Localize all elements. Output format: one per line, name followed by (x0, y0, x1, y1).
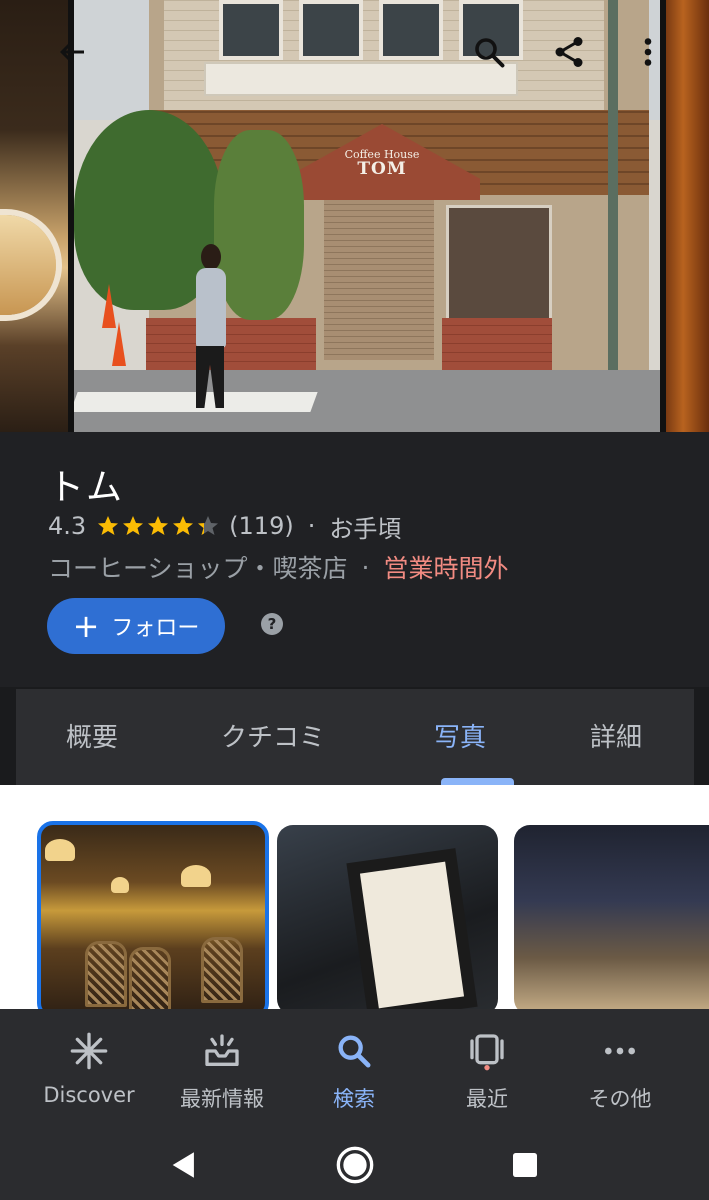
tab-bar: 概要 クチコミ 写真 詳細 (16, 689, 694, 785)
photo-thumbnail-table[interactable] (514, 825, 709, 1015)
search-icon (475, 38, 505, 68)
star-icon (173, 516, 194, 535)
photo-thumbnail-interior[interactable] (37, 821, 269, 1019)
nav-updates[interactable]: 最新情報 (152, 1029, 292, 1113)
storefront-sign: Coffee House TOM (344, 148, 420, 179)
inbox-updates-icon (205, 1034, 239, 1066)
system-recents-button[interactable] (505, 1145, 545, 1185)
system-navigation-bar (0, 1131, 709, 1200)
arrow-left-icon (60, 40, 84, 64)
rating-value: 4.3 (48, 512, 87, 540)
separator-dot: · (361, 552, 370, 582)
follow-button[interactable]: + フォロー (47, 598, 225, 654)
search-icon (338, 1035, 371, 1068)
star-icon (198, 516, 219, 535)
bottom-navigation: Discover 最新情報 検索 最近 その他 (0, 1009, 709, 1131)
rating-row[interactable]: 4.3 (119) · お手頃 (48, 509, 401, 543)
star-icon (123, 516, 144, 535)
price-level: お手頃 (329, 514, 402, 543)
recent-cards-icon (470, 1034, 504, 1071)
rating-stars (96, 514, 221, 538)
circle-home-icon (336, 1146, 374, 1184)
tab-details[interactable]: 詳細 (590, 717, 642, 754)
place-name: トム (48, 467, 125, 508)
tab-overview[interactable]: 概要 (66, 717, 118, 754)
review-count: (119) (229, 512, 294, 540)
star-icon (148, 516, 169, 535)
tab-reviews[interactable]: クチコミ (221, 717, 325, 754)
more-horizontal-icon (605, 1047, 635, 1055)
hero-photo-carousel[interactable]: Coffee House TOM (0, 0, 709, 432)
asterisk-icon (70, 1032, 108, 1070)
separator-dot: · (307, 512, 316, 540)
photo-thumbnail-menu[interactable] (277, 825, 498, 1015)
nav-more[interactable]: その他 (550, 1029, 690, 1113)
square-recents-icon (513, 1153, 537, 1177)
triangle-back-icon (172, 1152, 194, 1178)
nav-discover[interactable]: Discover (19, 1029, 159, 1107)
photo-grid (0, 785, 709, 1019)
nav-recent[interactable]: 最近 (417, 1029, 557, 1113)
nav-search[interactable]: 検索 (284, 1029, 424, 1113)
place-category: コーヒーショップ・喫茶店 (48, 554, 348, 583)
follow-label: フォロー (111, 616, 200, 641)
share-button[interactable] (543, 26, 595, 78)
plus-icon: + (72, 607, 100, 645)
share-icon (555, 37, 583, 67)
system-home-button[interactable] (335, 1145, 375, 1185)
star-icon (98, 516, 119, 535)
more-vertical-icon (644, 38, 652, 66)
place-info: トム 4.3 (119) · お手頃 コーヒーショップ・喫茶店 · 営業時間外 … (0, 432, 709, 687)
tab-photos[interactable]: 写真 (434, 717, 486, 754)
more-options-button[interactable] (622, 26, 674, 78)
active-tab-indicator (441, 778, 514, 785)
help-icon[interactable]: ? (261, 613, 283, 635)
open-status: 営業時間外 (383, 554, 509, 583)
back-button[interactable] (46, 26, 98, 78)
category-row: コーヒーショップ・喫茶店 · 営業時間外 (48, 549, 508, 585)
system-back-button[interactable] (164, 1145, 204, 1185)
search-button[interactable] (463, 26, 515, 78)
tab-bar-wrapper: 概要 クチコミ 写真 詳細 (0, 687, 709, 785)
